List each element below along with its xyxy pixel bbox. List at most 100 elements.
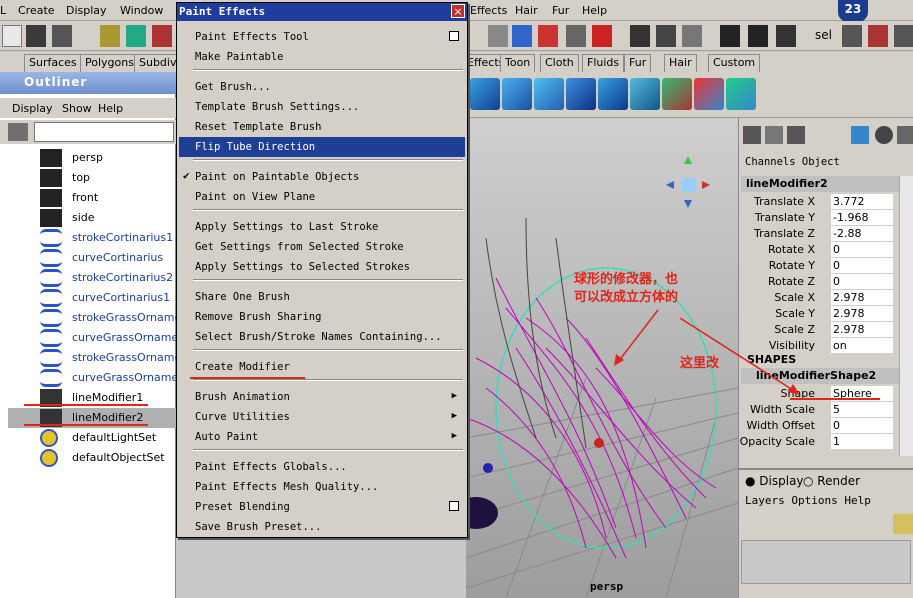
outliner-item[interactable]: front (8, 188, 176, 208)
menu-fur[interactable]: Fur (552, 4, 569, 17)
magnet-icon[interactable] (592, 25, 612, 47)
menu-item-brush-animation[interactable]: Brush Animation ▶ (179, 387, 465, 407)
channel-row[interactable]: Translate Z -2.88 (741, 226, 899, 242)
filter-icon[interactable] (8, 123, 28, 141)
menu-item-select-brush-stroke-names-containing[interactable]: Select Brush/Stroke Names Containing... (179, 327, 465, 347)
menu-help[interactable]: Help (582, 4, 607, 17)
tool-icon[interactable] (851, 126, 869, 144)
channel-row[interactable]: Rotate Y 0 (741, 258, 899, 274)
modifier-pivot[interactable] (594, 438, 604, 448)
channel-box-icon[interactable] (743, 126, 761, 144)
channel-menu[interactable]: Channels Object (739, 154, 913, 172)
outliner-menu-help[interactable]: Help (98, 102, 123, 115)
shade-icon[interactable] (875, 126, 893, 144)
menu-item-get-brush[interactable]: Get Brush... (179, 77, 465, 97)
input-ops-icon[interactable] (630, 25, 650, 47)
output-ops-icon[interactable] (656, 25, 676, 47)
channel-row[interactable]: Scale X 2.978 (741, 290, 899, 306)
select-hierarchy-icon[interactable] (100, 25, 120, 47)
snap-view-icon[interactable] (566, 25, 586, 47)
outliner-item[interactable]: defaultLightSet (8, 428, 176, 448)
arrow-icon[interactable] (897, 126, 913, 144)
outliner-item[interactable]: strokeGrassOrnament (8, 348, 193, 368)
outliner-search-input[interactable] (34, 122, 174, 142)
shelf-tool-8-icon[interactable] (694, 78, 724, 110)
new-file-icon[interactable] (2, 25, 22, 47)
menu-display[interactable]: Display (66, 4, 107, 17)
menu-item-curve-utilities[interactable]: Curve Utilities ▶ (179, 407, 465, 427)
shelf-tool-3-icon[interactable] (534, 78, 564, 110)
tab-toon[interactable]: Toon (500, 54, 536, 72)
outliner-item[interactable]: curveCortinarius (8, 248, 176, 268)
option-box-icon[interactable] (449, 31, 459, 41)
channel-row[interactable]: Width Scale 5 (741, 402, 899, 418)
option-box-icon[interactable] (449, 501, 459, 511)
menu-item-share-one-brush[interactable]: Share One Brush (179, 287, 465, 307)
tab-surfaces[interactable]: Surfaces (24, 54, 82, 72)
select-component-icon[interactable] (152, 25, 172, 47)
menu-item-paint-on-view-plane[interactable]: Paint on View Plane (179, 187, 465, 207)
tool-settings-icon[interactable] (868, 25, 888, 47)
menu-item-template-brush-settings[interactable]: Template Brush Settings... (179, 97, 465, 117)
outliner-item[interactable]: defaultObjectSet (8, 448, 176, 468)
menu-item-paint-effects-tool[interactable]: Paint Effects Tool (179, 27, 465, 47)
menu-item-apply-settings-to-selected-strokes[interactable]: Apply Settings to Selected Strokes (179, 257, 465, 277)
menu-item-get-settings-from-selected-stroke[interactable]: Get Settings from Selected Stroke (179, 237, 465, 257)
menu-effects[interactable]: Effects (470, 4, 507, 17)
ipr-render-icon[interactable] (748, 25, 768, 47)
menu-item-preset-blending[interactable]: Preset Blending (179, 497, 465, 517)
outliner-item[interactable]: curveGrassOrnament (8, 328, 190, 348)
channel-box-toggle-icon[interactable] (894, 25, 913, 47)
shelf-tool-4-icon[interactable] (566, 78, 596, 110)
render-radio[interactable]: ○ Render (803, 474, 860, 488)
menu-item-paint-effects-globals[interactable]: Paint Effects Globals... (179, 457, 465, 477)
menu-create[interactable]: Create (18, 4, 55, 17)
open-file-icon[interactable] (26, 25, 46, 47)
outliner-item[interactable]: persp (8, 148, 176, 168)
outliner-item[interactable]: strokeCortinarius2 (8, 268, 176, 288)
menu-item-auto-paint[interactable]: Auto Paint ▶ (179, 427, 465, 447)
menu-item-create-modifier[interactable]: Create Modifier (179, 357, 465, 377)
shelf-tool-7-icon[interactable] (662, 78, 692, 110)
outliner-item[interactable]: side (8, 208, 176, 228)
channel-attr-value[interactable]: 2.978 (831, 306, 893, 321)
construction-history-icon[interactable] (682, 25, 702, 47)
menu-l-icon[interactable]: L (0, 4, 6, 17)
tab-fur[interactable]: Fur (624, 54, 652, 72)
menu-window[interactable]: Window (120, 4, 163, 17)
shelf-tool-1-icon[interactable] (470, 78, 500, 110)
close-icon[interactable]: × (451, 4, 465, 18)
select-object-icon[interactable] (126, 25, 146, 47)
channel-attr-value[interactable]: -2.88 (831, 226, 893, 241)
outliner-item[interactable]: strokeCortinarius1 (8, 228, 176, 248)
layer-editor-icon[interactable] (765, 126, 783, 144)
channel-attr-value[interactable]: 5 (831, 402, 893, 417)
new-layer-icon[interactable] (893, 514, 913, 534)
channel-row[interactable]: Rotate Z 0 (741, 274, 899, 290)
shelf-tool-9-icon[interactable] (726, 78, 756, 110)
outliner-item[interactable]: curveGrassOrnament1 (8, 368, 197, 388)
channel-row[interactable]: Scale Y 2.978 (741, 306, 899, 322)
menu-item-apply-settings-to-last-stroke[interactable]: Apply Settings to Last Stroke (179, 217, 465, 237)
channel-row[interactable]: Visibility on (741, 338, 899, 354)
channel-attr-value[interactable]: -1.968 (831, 210, 893, 225)
channel-attr-value[interactable]: 0 (831, 418, 893, 433)
channel-attr-value[interactable]: 1 (831, 434, 893, 449)
shelf-tool-6-icon[interactable] (630, 78, 660, 110)
channel-row[interactable]: Scale Z 2.978 (741, 322, 899, 338)
menu-item-remove-brush-sharing[interactable]: Remove Brush Sharing (179, 307, 465, 327)
tab-cloth[interactable]: Cloth (540, 54, 579, 72)
channel-attr-value[interactable]: 0 (831, 242, 893, 257)
channel-attr-value[interactable]: on (831, 338, 893, 353)
outliner-menu-display[interactable]: Display (12, 102, 53, 115)
render-globals-icon[interactable] (776, 25, 796, 47)
display-radio[interactable]: ● Display (745, 474, 804, 488)
channel-row[interactable]: Opacity Scale 1 (740, 434, 899, 450)
tab-custom[interactable]: Custom (708, 54, 761, 72)
attribute-icon[interactable] (787, 126, 805, 144)
channel-row[interactable]: Translate X 3.772 (741, 194, 899, 210)
menu-hair[interactable]: Hair (515, 4, 538, 17)
channel-attr-value[interactable]: 0 (831, 274, 893, 289)
menu-item-paint-effects-mesh-quality[interactable]: Paint Effects Mesh Quality... (179, 477, 465, 497)
menu-item-flip-tube-direction[interactable]: Flip Tube Direction (179, 137, 465, 157)
